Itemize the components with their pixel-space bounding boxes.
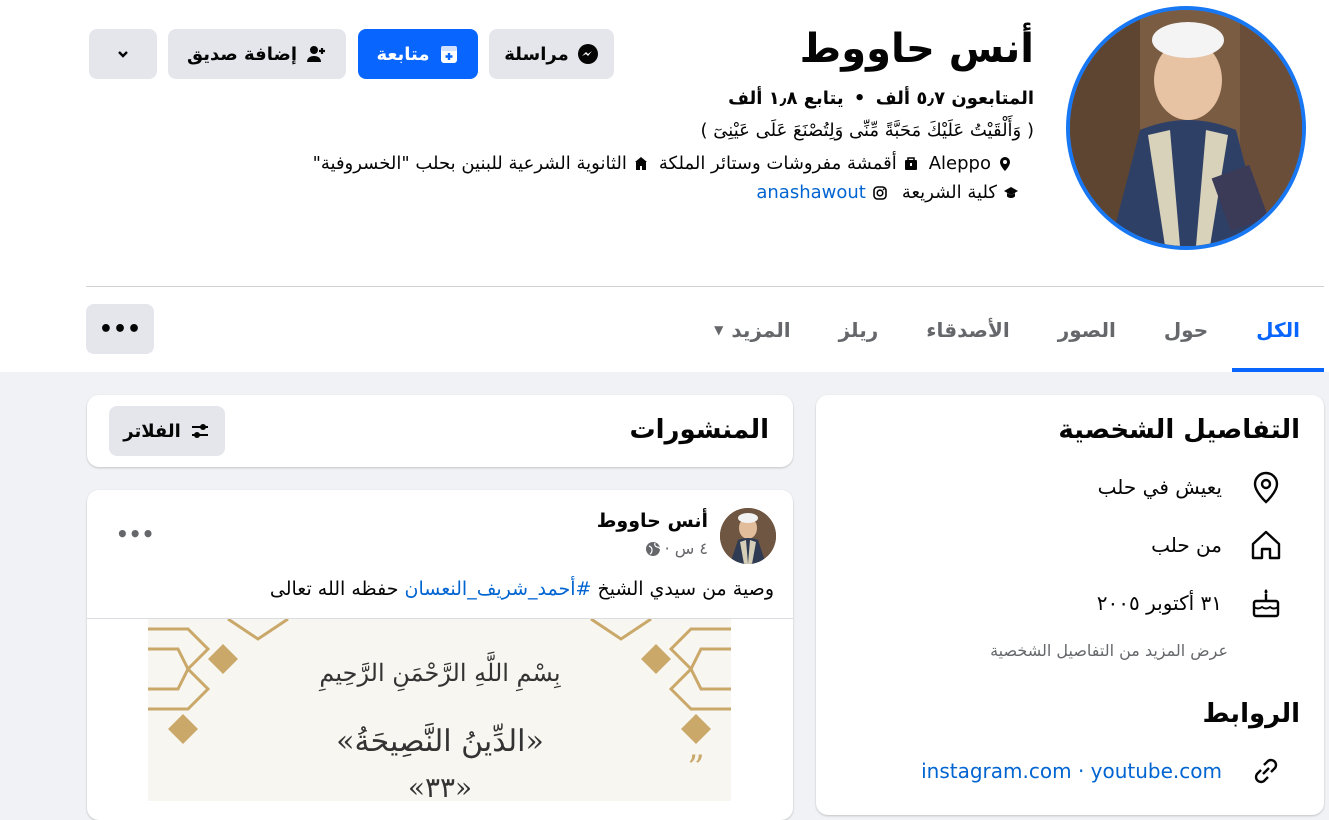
intro-lives-text: يعيش في حلب [1097, 475, 1222, 499]
tab-more[interactable]: المزيد ▼ [690, 292, 815, 368]
filters-button[interactable]: الفلاتر [109, 406, 225, 456]
profile-info-line-1: Aleppo أقمشة مفروشات وستائر الملكة الثان… [313, 153, 1013, 174]
post-author-avatar[interactable] [720, 508, 776, 564]
post-image-art: بِسْمِ اللَّهِ الرَّحْمَنِ الرَّحِيمِ «ا… [148, 619, 731, 801]
instagram-icon [872, 185, 888, 201]
profile-options-button[interactable]: ••• [86, 304, 154, 354]
posts-header-card: المنشورات الفلاتر [87, 395, 793, 467]
follow-button[interactable]: متابعة [358, 29, 478, 79]
instagram-handle[interactable]: anashawout [756, 182, 866, 203]
profile-tabs: الكل حول الصور الأصدقاء ريلز المزيد ▼ [690, 292, 1324, 372]
location-text: Aleppo [928, 153, 991, 174]
tab-more-label: المزيد [731, 318, 791, 342]
add-friend-icon [307, 46, 326, 62]
followers-count[interactable]: المتابعون ٥٫٧ ألف [876, 88, 1034, 109]
links-title: الروابط [1202, 699, 1300, 729]
profile-bio: ( وَأَلْقَيْتُ عَلَيْكَ مَحَبَّةً مِّنِّ… [700, 120, 1034, 141]
home-icon [1248, 527, 1284, 563]
follow-label: متابعة [376, 43, 430, 65]
tab-friends-label: الأصدقاء [926, 318, 1010, 342]
post-meta: ٤ س · [645, 539, 708, 558]
profile-name: أنس حاووط [799, 26, 1034, 72]
info-college: كلية الشريعة [902, 182, 1019, 203]
info-instagram[interactable]: anashawout [756, 182, 888, 203]
links-row: instagram.com · youtube.com [921, 753, 1284, 789]
info-school: الثانوية الشرعية للبنين بحلب "الخسروفية" [313, 153, 649, 174]
post-hashtag[interactable]: #أحمد_شريف_النعسان [405, 578, 592, 600]
info-work: أقمشة مفروشات وستائر الملكة [659, 153, 919, 174]
tab-about[interactable]: حول [1140, 292, 1232, 368]
link-icon [1248, 753, 1284, 789]
more-actions-button[interactable] [89, 29, 157, 79]
header-divider [86, 286, 1324, 287]
chevron-down-icon [118, 51, 128, 58]
messenger-icon [577, 44, 598, 64]
follow-stats: المتابعون ٥٫٧ ألف • يتابع ١٫٨ ألف [728, 88, 1034, 109]
tab-all-label: الكل [1256, 318, 1300, 342]
location-pin-icon [997, 156, 1013, 172]
school-text: الثانوية الشرعية للبنين بحلب "الخسروفية" [312, 153, 627, 174]
work-text: أقمشة مفروشات وستائر الملكة [658, 153, 897, 174]
links-text[interactable]: instagram.com · youtube.com [921, 759, 1222, 783]
intro-birthday-row: ٣١ أكتوبر ٢٠٠٥ [1097, 585, 1284, 621]
tab-all[interactable]: الكل [1232, 292, 1324, 372]
tab-photos-label: الصور [1057, 318, 1116, 342]
college-text: كلية الشريعة [901, 182, 997, 203]
post-text-before: وصية من سيدي الشيخ [591, 578, 774, 600]
tab-reels-label: ريلز [838, 318, 879, 342]
intro-card: التفاصيل الشخصية يعيش في حلب من حلب ٣١ أ… [816, 395, 1324, 815]
tab-about-label: حول [1163, 318, 1209, 342]
intro-birthday-text: ٣١ أكتوبر ٢٠٠٥ [1096, 591, 1222, 615]
follow-icon [440, 46, 457, 63]
filters-label: الفلاتر [123, 420, 181, 442]
see-more-details-link[interactable]: عرض المزيد من التفاصيل الشخصية [990, 641, 1228, 660]
stats-separator: • [853, 88, 866, 109]
briefcase-icon [903, 156, 919, 172]
message-button[interactable]: مراسلة [489, 29, 614, 79]
graduation-cap-icon [1003, 185, 1019, 201]
post-image[interactable]: بِسْمِ اللَّهِ الرَّحْمَنِ الرَّحِيمِ «ا… [148, 619, 731, 801]
image-number-text: «٣٣» [408, 771, 472, 801]
add-friend-label: إضافة صديق [186, 43, 298, 65]
profile-info-line-2: كلية الشريعة anashawout [756, 182, 1019, 203]
post-time[interactable]: ٤ س · [665, 539, 708, 558]
profile-avatar[interactable] [1070, 10, 1302, 246]
message-label: مراسلة [504, 43, 569, 65]
add-friend-button[interactable]: إضافة صديق [168, 29, 346, 79]
post-text: وصية من سيدي الشيخ #أحمد_شريف_النعسان حف… [270, 578, 774, 600]
post-author-name[interactable]: أنس حاووط [597, 510, 708, 532]
post-text-after: حفظه الله تعالى [269, 578, 405, 600]
intro-lives-row: يعيش في حلب [1098, 469, 1284, 505]
tab-reels[interactable]: ريلز [815, 292, 903, 368]
tab-photos[interactable]: الصور [1034, 292, 1140, 368]
caret-down-icon: ▼ [714, 323, 724, 337]
info-location: Aleppo [929, 153, 1013, 174]
school-icon [633, 156, 649, 172]
intro-from-row: من حلب [1151, 527, 1284, 563]
posts-title: المنشورات [629, 415, 769, 445]
intro-title: التفاصيل الشخصية [1058, 415, 1300, 445]
location-pin-icon [1248, 469, 1284, 505]
post-options-button[interactable]: ••• [116, 522, 154, 546]
globe-icon [645, 541, 661, 557]
post-avatar-image [720, 508, 776, 564]
cake-icon [1248, 585, 1284, 621]
avatar-image [1070, 10, 1302, 246]
quote-mark-icon: ” [687, 748, 704, 788]
following-count[interactable]: يتابع ١٫٨ ألف [728, 88, 844, 109]
intro-from-text: من حلب [1151, 533, 1222, 557]
image-title-text: «الدِّينُ النَّصِيحَةُ» [336, 722, 544, 759]
filters-icon [191, 424, 208, 438]
tab-friends[interactable]: الأصدقاء [902, 292, 1033, 368]
